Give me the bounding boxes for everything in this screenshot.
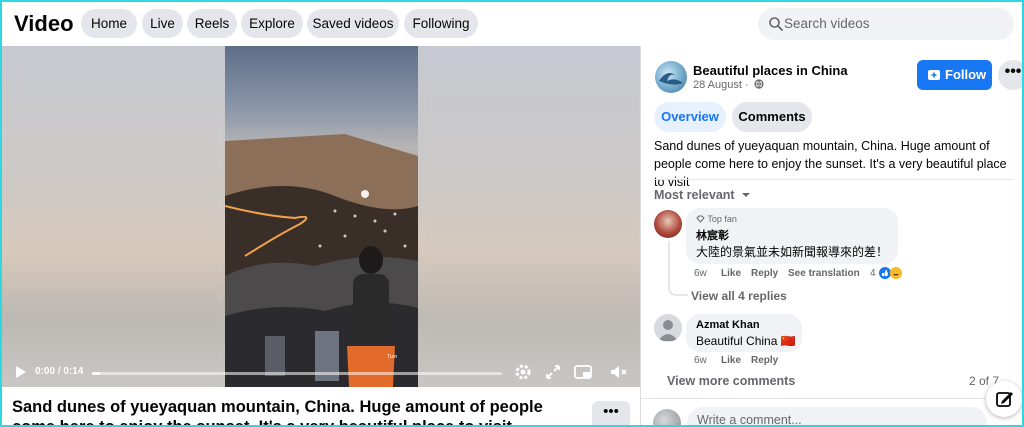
- mute-icon[interactable]: [608, 362, 628, 382]
- comment-input[interactable]: Write a comment...: [687, 407, 987, 427]
- post-more-button[interactable]: •••: [592, 401, 630, 425]
- settings-icon[interactable]: [513, 362, 533, 382]
- comment-bubble: Azmat Khan Beautiful China 🇨🇳: [686, 314, 802, 352]
- like-button[interactable]: Like: [721, 268, 741, 279]
- post-description: Sand dunes of yueyaquan mountain, China.…: [654, 139, 1007, 189]
- wave-logo-icon: [659, 73, 683, 85]
- sort-dropdown[interactable]: Most relevant: [654, 188, 751, 202]
- avatar: [653, 409, 681, 425]
- like-button[interactable]: Like: [721, 355, 741, 366]
- comment-actions: 6w Like Reply See translation 4: [694, 266, 1014, 282]
- play-icon[interactable]: [10, 362, 30, 382]
- comment-text: 大陸的景氣並未如新聞報導來的差！: [696, 245, 889, 259]
- reply-button[interactable]: Reply: [751, 268, 778, 279]
- commenter-name[interactable]: Azmat Khan: [696, 319, 760, 331]
- details-panel: Beautiful places in China 28 August · Fo…: [640, 46, 1022, 427]
- view-more-comments-link[interactable]: View more comments: [667, 374, 795, 388]
- search-bar[interactable]: Search videos: [758, 8, 1014, 40]
- video-player[interactable]: Turn 0:00 / 0:14: [2, 46, 640, 387]
- sort-label: Most relevant: [654, 188, 735, 202]
- top-fan-badge: Top fan: [696, 214, 737, 224]
- badge-label: Top fan: [707, 214, 737, 224]
- divider: [654, 179, 1014, 180]
- nav-live[interactable]: Live: [142, 9, 183, 38]
- blurred-backdrop-right: [412, 46, 640, 387]
- comment-composer: Write a comment...: [641, 398, 1022, 427]
- view-replies-link[interactable]: View all 4 replies: [691, 289, 787, 303]
- new-message-button[interactable]: [986, 381, 1022, 417]
- post-caption: Sand dunes of yueyaquan mountain, China.…: [12, 398, 543, 427]
- comment-actions: 6w Like Reply: [694, 355, 894, 369]
- app-frame: Video Home Live Reels Explore Saved vide…: [0, 0, 1024, 427]
- comment-bubble: Top fan 林宸彰 大陸的景氣並未如新聞報導來的差！: [686, 208, 898, 264]
- video-frame: Turn: [225, 46, 418, 387]
- comment-placeholder: Write a comment...: [697, 413, 802, 427]
- player-controls: 0:00 / 0:14: [2, 358, 640, 387]
- page-name[interactable]: Beautiful places in China: [693, 63, 848, 78]
- video-scene: Turn: [225, 134, 418, 387]
- tab-overview[interactable]: Overview: [654, 102, 726, 132]
- caret-down-icon: [742, 193, 751, 197]
- avatar[interactable]: [654, 314, 682, 342]
- commenter-name[interactable]: 林宸彰: [696, 227, 729, 243]
- post-date-text: 28 August ·: [693, 79, 749, 91]
- nav-explore[interactable]: Explore: [241, 9, 303, 38]
- reply-thread-line: [668, 241, 688, 296]
- nav-following[interactable]: Following: [404, 9, 478, 38]
- comment-time: 6w: [694, 355, 707, 366]
- nav-reels[interactable]: Reels: [187, 9, 237, 38]
- expand-icon[interactable]: [543, 362, 563, 382]
- follow-button[interactable]: Follow: [917, 60, 992, 90]
- comment-time: 6w: [694, 268, 707, 279]
- comment-text: Beautiful China 🇨🇳: [696, 334, 796, 348]
- diamond-icon: [696, 215, 705, 223]
- blurred-backdrop-left: [2, 46, 232, 387]
- top-bar: Video Home Live Reels Explore Saved vide…: [2, 2, 1022, 46]
- time-display: 0:00 / 0:14: [35, 366, 84, 377]
- follow-label: Follow: [945, 67, 987, 82]
- progress-bar[interactable]: [92, 372, 502, 375]
- page-avatar[interactable]: [655, 61, 687, 93]
- compose-icon: [996, 392, 1013, 407]
- picture-in-picture-icon[interactable]: [573, 362, 593, 382]
- reactions-icon[interactable]: [878, 266, 904, 280]
- search-icon: [769, 17, 783, 31]
- see-translation-link[interactable]: See translation: [788, 268, 860, 279]
- reaction-count[interactable]: 4: [870, 268, 876, 279]
- nav-home[interactable]: Home: [81, 9, 137, 38]
- avatar[interactable]: [654, 210, 682, 238]
- search-input[interactable]: Search videos: [784, 16, 870, 31]
- progress-fill: [92, 372, 101, 375]
- tab-comments[interactable]: Comments: [732, 102, 812, 132]
- page-more-button[interactable]: •••: [998, 60, 1022, 90]
- page-title: Video: [14, 11, 74, 36]
- follow-icon: [928, 70, 940, 80]
- reply-button[interactable]: Reply: [751, 355, 778, 366]
- globe-icon: [754, 79, 764, 89]
- default-user-icon: [658, 320, 678, 341]
- post-date: 28 August ·: [693, 79, 764, 91]
- nav-saved-videos[interactable]: Saved videos: [307, 9, 399, 38]
